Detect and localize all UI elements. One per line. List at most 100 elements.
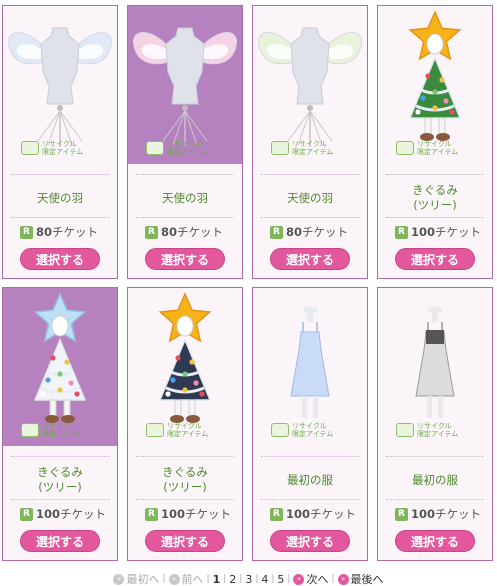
item-thumbnail[interactable]: リサイクル 限定アイテム <box>253 6 367 164</box>
recycle-limited-label: リサイクル 限定アイテム <box>292 422 334 438</box>
separator: | <box>223 574 227 584</box>
item-thumbnail[interactable]: リサイクル 限定アイテム <box>3 6 117 164</box>
divider <box>11 456 109 457</box>
page-number[interactable]: 5 <box>277 573 284 586</box>
price-value: 100 <box>161 507 186 521</box>
separator: | <box>287 574 291 584</box>
recycle-limited-label: リサイクル 限定アイテム <box>167 422 209 438</box>
item-name: 天使の羽 <box>287 190 333 205</box>
item-price: R 80 チケット <box>20 224 98 240</box>
last-label: 最後へ <box>350 573 384 586</box>
price-unit: チケット <box>310 507 357 521</box>
item-price: R 100 チケット <box>395 224 481 240</box>
item-price: R 100 チケット <box>270 506 356 522</box>
item-thumbnail[interactable]: リサイクル 限定アイテム <box>253 288 367 446</box>
recycle-icon <box>21 423 39 437</box>
item-card[interactable]: リサイクル 限定アイテム 最初の服 R 100 チケット 選択する <box>377 287 493 561</box>
recycle-icon <box>271 141 289 155</box>
item-thumbnail[interactable]: リサイクル 限定アイテム <box>128 288 242 446</box>
recycle-limited-label: リサイクル 限定アイテム <box>417 140 459 156</box>
divider <box>261 174 359 175</box>
divider <box>386 174 484 175</box>
item-card[interactable]: リサイクル 限定アイテム 最初の服 R 100 チケット 選択する <box>252 287 368 561</box>
item-card[interactable]: リサイクル 限定アイテム 天使の羽 R 80 チケット 選択する <box>127 5 243 279</box>
item-row: リサイクル 限定アイテム 天使の羽 R 80 チケット 選択する リサイクル 限… <box>2 5 495 285</box>
recycle-limited-stamp: リサイクル 限定アイテム <box>396 422 458 438</box>
recycle-limited-stamp: リサイクル 限定アイテム <box>271 140 333 156</box>
item-price: R 100 チケット <box>20 506 106 522</box>
price-value: 100 <box>286 507 311 521</box>
item-name: 天使の羽 <box>37 190 83 205</box>
next-page-link[interactable]: » 次へ <box>293 571 328 586</box>
item-name: 最初の服 <box>287 472 333 487</box>
price-unit: チケット <box>302 225 349 239</box>
item-card[interactable]: リサイクル 限定アイテム 天使の羽 R 80 チケット 選択する <box>2 5 118 279</box>
item-thumbnail[interactable]: リサイクル 限定アイテム <box>3 288 117 446</box>
ticket-r-icon: R <box>145 507 158 521</box>
recycle-limited-label: リサイクル 限定アイテム <box>42 422 84 438</box>
item-name: 天使の羽 <box>162 190 208 205</box>
separator: | <box>206 574 210 584</box>
ticket-r-icon: R <box>20 225 33 239</box>
double-chevron-left-icon: « <box>113 573 125 585</box>
item-price: R 80 チケット <box>270 224 348 240</box>
recycle-limited-stamp: リサイクル 限定アイテム <box>396 140 458 156</box>
select-button[interactable]: 選択する <box>20 530 100 552</box>
ticket-r-icon: R <box>270 225 283 239</box>
item-price: R 100 チケット <box>145 506 231 522</box>
price-value: 100 <box>411 507 436 521</box>
page-number[interactable]: 3 <box>245 573 252 586</box>
recycle-icon <box>396 423 414 437</box>
ticket-r-icon: R <box>395 225 408 239</box>
recycle-limited-label: リサイクル 限定アイテム <box>292 140 334 156</box>
recycle-icon <box>21 141 39 155</box>
item-card[interactable]: リサイクル 限定アイテム 天使の羽 R 80 チケット 選択する <box>252 5 368 279</box>
item-card[interactable]: リサイクル 限定アイテム きぐるみ (ツリー) R 100 チケット 選択する <box>127 287 243 561</box>
recycle-limited-stamp: リサイクル 限定アイテム <box>21 422 83 438</box>
price-unit: チケット <box>435 507 482 521</box>
price-unit: チケット <box>60 507 107 521</box>
select-button[interactable]: 選択する <box>20 248 100 270</box>
recycle-icon <box>271 423 289 437</box>
first-page-link: « 最初へ <box>113 571 159 586</box>
recycle-icon <box>146 423 164 437</box>
item-price: R 100 チケット <box>395 506 481 522</box>
separator: | <box>271 574 275 584</box>
select-button[interactable]: 選択する <box>145 530 225 552</box>
recycle-icon <box>146 141 164 155</box>
separator: | <box>239 574 243 584</box>
prev-page-link: « 前へ <box>168 571 204 586</box>
pagination: « 最初へ | « 前へ | 1 | 2 | 3 | 4 | 5 | » 次へ … <box>0 572 497 586</box>
divider <box>11 499 109 500</box>
page-number[interactable]: 4 <box>261 573 268 586</box>
item-card[interactable]: リサイクル 限定アイテム きぐるみ (ツリー) R 100 チケット 選択する <box>2 287 118 561</box>
select-button[interactable]: 選択する <box>270 248 350 270</box>
item-thumbnail[interactable]: リサイクル 限定アイテム <box>378 6 492 164</box>
recycle-limited-label: リサイクル 限定アイテム <box>417 422 459 438</box>
price-value: 80 <box>161 225 178 239</box>
divider <box>136 174 234 175</box>
price-value: 100 <box>36 507 61 521</box>
item-thumbnail[interactable]: リサイクル 限定アイテム <box>378 288 492 446</box>
select-button[interactable]: 選択する <box>395 248 475 270</box>
last-page-link[interactable]: » 最後へ <box>337 571 384 586</box>
double-chevron-right-icon: » <box>337 573 349 585</box>
recycle-limited-label: リサイクル 限定アイテム <box>167 140 209 156</box>
ticket-r-icon: R <box>395 507 408 521</box>
item-grid: リサイクル 限定アイテム 天使の羽 R 80 チケット 選択する リサイクル 限… <box>2 5 495 567</box>
divider <box>11 217 109 218</box>
price-value: 80 <box>286 225 303 239</box>
divider <box>136 217 234 218</box>
page-number[interactable]: 2 <box>229 573 236 586</box>
ticket-r-icon: R <box>145 225 158 239</box>
select-button[interactable]: 選択する <box>395 530 475 552</box>
select-button[interactable]: 選択する <box>145 248 225 270</box>
item-thumbnail[interactable]: リサイクル 限定アイテム <box>128 6 242 164</box>
item-card[interactable]: リサイクル 限定アイテム きぐるみ (ツリー) R 100 チケット 選択する <box>377 5 493 279</box>
price-unit: チケット <box>435 225 482 239</box>
item-name: きぐるみ (ツリー) <box>37 465 83 494</box>
divider <box>386 217 484 218</box>
divider <box>386 456 484 457</box>
price-unit: チケット <box>177 225 224 239</box>
select-button[interactable]: 選択する <box>270 530 350 552</box>
